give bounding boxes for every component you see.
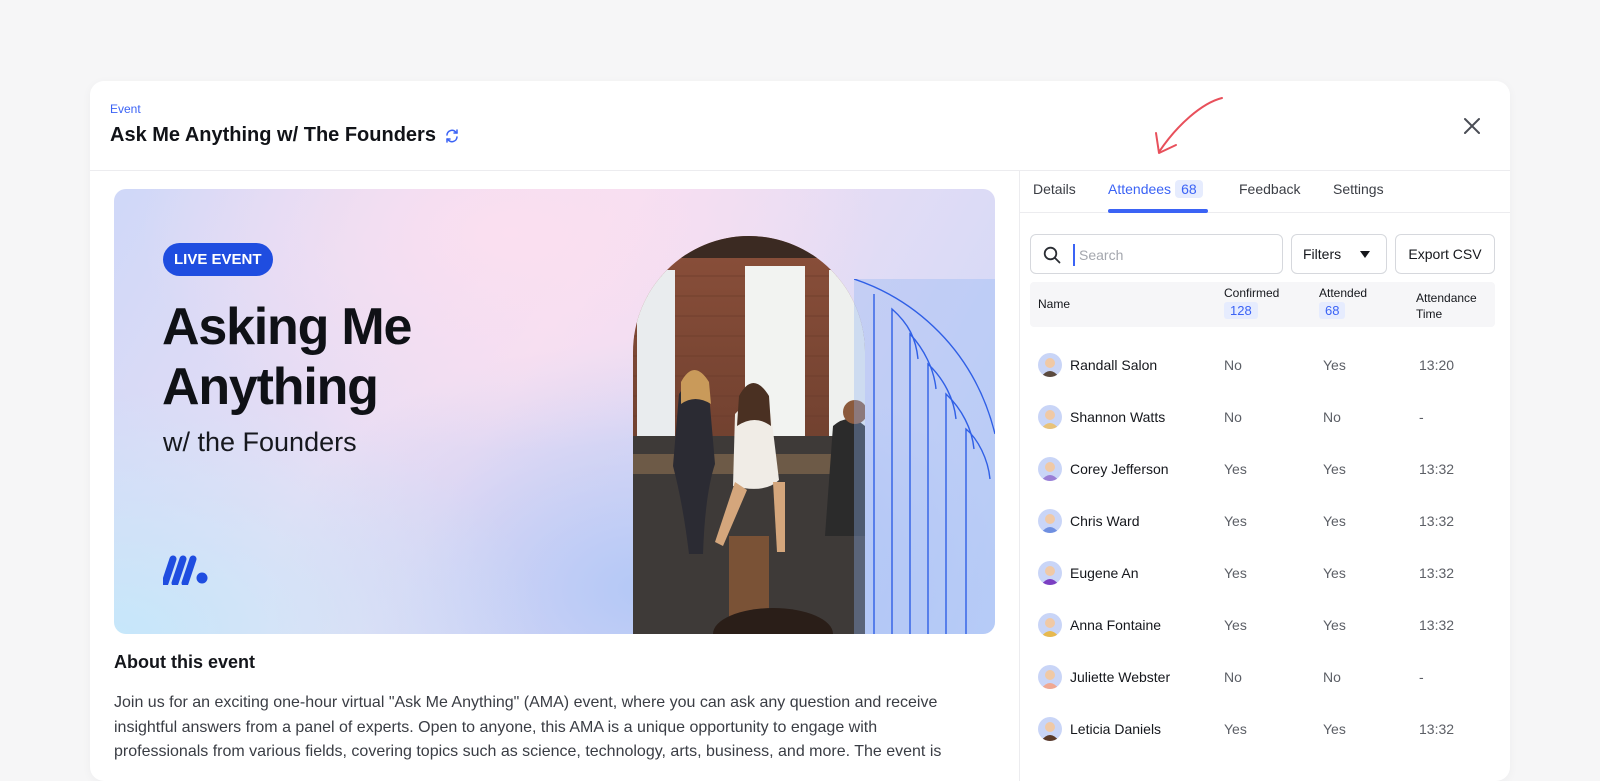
avatar — [1038, 405, 1062, 429]
attendance-time-value: 13:32 — [1419, 513, 1455, 529]
event-cover-image: LIVE EVENT Asking Me Anything w/ the Fou… — [114, 189, 995, 634]
attended-value: No — [1323, 669, 1341, 685]
confirmed-value: Yes — [1224, 721, 1247, 737]
close-button[interactable] — [1460, 114, 1484, 138]
attendance-time-value: 13:20 — [1419, 357, 1455, 373]
header-attendance-time[interactable]: Attendance Time — [1416, 290, 1491, 322]
attendance-time-value: 13:32 — [1419, 617, 1455, 633]
title-row: Ask Me Anything w/ The Founders — [110, 124, 460, 147]
attendee-row[interactable]: Shannon Watts No No - — [1030, 390, 1495, 442]
attendee-name: Leticia Daniels — [1070, 721, 1162, 737]
modal-header: Event Ask Me Anything w/ The Founders — [90, 81, 1510, 171]
header-attended[interactable]: Attended 68 — [1319, 286, 1367, 319]
avatar — [1038, 561, 1062, 585]
tab-feedback-label: Feedback — [1239, 181, 1301, 197]
attendance-time-value: - — [1419, 669, 1424, 685]
table-header: Name Confirmed 128 Attended 68 Attendanc… — [1030, 282, 1495, 327]
attendee-row[interactable]: Randall Salon No Yes 13:20 — [1030, 338, 1495, 390]
header-confirmed[interactable]: Confirmed 128 — [1224, 286, 1279, 319]
confirmed-value: Yes — [1224, 617, 1247, 633]
search-input[interactable] — [1073, 244, 1273, 266]
confirmed-value: Yes — [1224, 565, 1247, 581]
avatar — [1038, 613, 1062, 637]
search-icon — [1043, 246, 1061, 264]
attended-count-badge: 68 — [1319, 302, 1346, 319]
attendee-name: Anna Fontaine — [1070, 617, 1162, 633]
attendee-row[interactable]: Anna Fontaine Yes Yes 13:32 — [1030, 598, 1495, 650]
attendee-name: Randall Salon — [1070, 357, 1158, 373]
attended-value: Yes — [1323, 357, 1346, 373]
search-box — [1030, 234, 1283, 274]
about-description: Join us for an exciting one-hour virtual… — [114, 694, 942, 760]
filters-button[interactable]: Filters — [1291, 234, 1387, 274]
close-icon — [1464, 118, 1480, 134]
tab-attendees[interactable]: Attendees 68 — [1108, 180, 1203, 198]
attended-value: Yes — [1323, 513, 1346, 529]
export-csv-label: Export CSV — [1408, 246, 1482, 262]
attendee-row[interactable]: Corey Jefferson Yes Yes 13:32 — [1030, 442, 1495, 494]
recurring-icon — [444, 128, 460, 144]
cover-subhead: w/ the Founders — [163, 427, 357, 457]
attendee-name: Corey Jefferson — [1070, 461, 1169, 477]
export-csv-button[interactable]: Export CSV — [1395, 234, 1495, 274]
avatar — [1038, 457, 1062, 481]
caret-down-icon — [1360, 251, 1370, 258]
attendees-pane: Details Attendees68 Feedback Settings Fi… — [1019, 171, 1510, 781]
attended-value: Yes — [1323, 461, 1346, 477]
event-modal: Event Ask Me Anything w/ The Founders LI… — [90, 81, 1510, 781]
attendee-name: Juliette Webster — [1070, 669, 1171, 685]
cover-headline: Asking Me Anything — [162, 298, 412, 416]
avatar — [1038, 353, 1062, 377]
filters-label: Filters — [1303, 246, 1342, 262]
attendee-name: Chris Ward — [1070, 513, 1140, 529]
tab-details-label: Details — [1033, 181, 1076, 197]
attendance-time-value: 13:32 — [1419, 565, 1455, 581]
avatar — [1038, 509, 1062, 533]
attendee-name: Shannon Watts — [1070, 409, 1166, 425]
event-title: Ask Me Anything w/ The Founders — [110, 124, 436, 146]
attended-value: Yes — [1323, 617, 1346, 633]
decorative-arcs — [854, 279, 995, 634]
confirmed-value: Yes — [1224, 461, 1247, 477]
event-details-pane: LIVE EVENT Asking Me Anything w/ the Fou… — [90, 171, 1018, 781]
confirmed-count-badge: 128 — [1224, 302, 1258, 319]
live-event-badge: LIVE EVENT — [163, 243, 273, 276]
avatar — [1038, 665, 1062, 689]
avatar — [1038, 717, 1062, 741]
attended-value: No — [1323, 409, 1341, 425]
tab-bar: Details Attendees 68 Feedback Settings — [1020, 171, 1510, 213]
confirmed-value: Yes — [1224, 513, 1247, 529]
active-tab-indicator — [1108, 209, 1208, 213]
about-heading: About this event — [114, 652, 256, 672]
event-photo — [633, 236, 865, 634]
attended-value: Yes — [1323, 721, 1346, 737]
attended-value: Yes — [1323, 565, 1346, 581]
tab-details[interactable]: Details — [1033, 181, 1076, 197]
annotation-arrow-icon — [1155, 97, 1223, 154]
tab-settings-label: Settings — [1333, 181, 1384, 197]
attendee-row[interactable]: Leticia Daniels Yes Yes 13:32 — [1030, 702, 1495, 754]
attendee-row[interactable]: Chris Ward Yes Yes 13:32 — [1030, 494, 1495, 546]
attendance-time-value: 13:32 — [1419, 461, 1455, 477]
confirmed-value: No — [1224, 409, 1242, 425]
attendee-row[interactable]: Juliette Webster No No - — [1030, 650, 1495, 702]
attendee-name: Eugene An — [1070, 565, 1139, 581]
attendance-time-value: 13:32 — [1419, 721, 1455, 737]
event-eyebrow: Event — [110, 102, 141, 116]
brand-logo-icon — [163, 555, 208, 585]
header-attended-label: Attended — [1319, 286, 1368, 300]
confirmed-value: No — [1224, 357, 1242, 373]
header-name[interactable]: Name — [1038, 297, 1070, 311]
attendance-time-value: - — [1419, 409, 1424, 425]
confirmed-value: No — [1224, 669, 1242, 685]
attendees-count-badge: 68 — [1175, 180, 1203, 198]
header-confirmed-label: Confirmed — [1224, 286, 1280, 300]
attendee-row[interactable]: Eugene An Yes Yes 13:32 — [1030, 546, 1495, 598]
tab-settings[interactable]: Settings — [1333, 181, 1384, 197]
tab-feedback[interactable]: Feedback — [1239, 181, 1300, 197]
tab-attendees-label: Attendees — [1108, 181, 1172, 197]
